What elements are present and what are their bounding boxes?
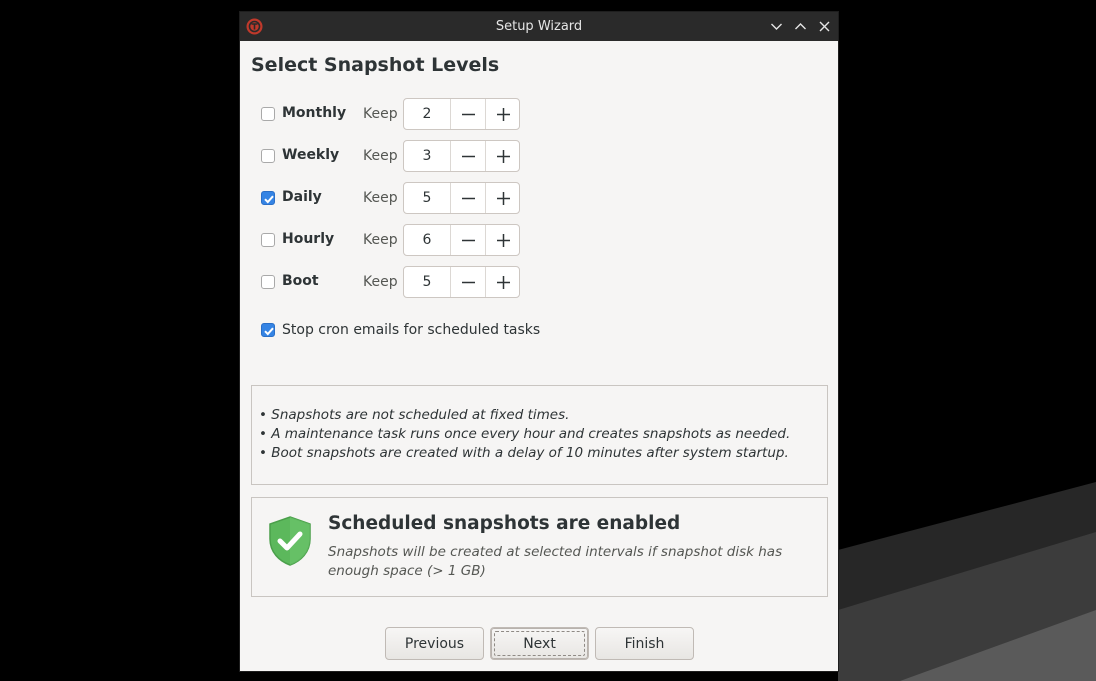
daily-label: Daily (282, 189, 322, 205)
minus-icon (462, 281, 475, 284)
maximize-button[interactable] (792, 18, 809, 35)
level-row-boot: Boot Keep 5 (261, 266, 561, 300)
chevron-up-icon (795, 23, 806, 30)
minus-icon (462, 197, 475, 200)
keep-label: Keep (363, 148, 398, 164)
note-line: • Boot snapshots are created with a dela… (259, 445, 789, 461)
finish-button[interactable]: Finish (595, 627, 694, 660)
minus-icon (462, 113, 475, 116)
keep-label: Keep (363, 190, 398, 206)
weekly-label: Weekly (282, 147, 340, 163)
plus-icon (497, 276, 510, 289)
weekly-checkbox[interactable] (261, 149, 275, 163)
level-row-daily: Daily Keep 5 (261, 182, 561, 216)
weekly-keep-value[interactable]: 3 (404, 141, 450, 171)
plus-icon (497, 234, 510, 247)
hourly-keep-spinner: 6 (403, 224, 520, 256)
close-button[interactable] (816, 18, 833, 35)
schedule-notes-panel: • Snapshots are not scheduled at fixed t… (251, 385, 828, 485)
page-title: Select Snapshot Levels (251, 54, 500, 76)
note-line: • Snapshots are not scheduled at fixed t… (259, 407, 570, 423)
weekly-increment-button[interactable] (485, 141, 520, 171)
level-row-monthly: Monthly Keep 2 (261, 98, 561, 132)
daily-keep-value[interactable]: 5 (404, 183, 450, 213)
stop-cron-emails-label: Stop cron emails for scheduled tasks (282, 322, 541, 338)
monthly-keep-value[interactable]: 2 (404, 99, 450, 129)
keep-label: Keep (363, 274, 398, 290)
next-button-label: Next (523, 636, 556, 652)
previous-button[interactable]: Previous (385, 627, 484, 660)
boot-label: Boot (282, 273, 319, 289)
monthly-decrement-button[interactable] (450, 99, 485, 129)
plus-icon (497, 192, 510, 205)
monthly-checkbox[interactable] (261, 107, 275, 121)
minimize-button[interactable] (768, 18, 785, 35)
plus-icon (497, 150, 510, 163)
window-titlebar[interactable]: Setup Wizard (240, 12, 838, 41)
next-button[interactable]: Next (490, 627, 589, 660)
keep-label: Keep (363, 232, 398, 248)
monthly-keep-spinner: 2 (403, 98, 520, 130)
shield-check-icon (269, 516, 311, 566)
plus-icon (497, 108, 510, 121)
close-icon (819, 21, 830, 32)
level-row-weekly: Weekly Keep 3 (261, 140, 561, 174)
boot-keep-value[interactable]: 5 (404, 267, 450, 297)
keep-label: Keep (363, 106, 398, 122)
checkmark-icon (264, 327, 274, 336)
boot-increment-button[interactable] (485, 267, 520, 297)
weekly-keep-spinner: 3 (403, 140, 520, 172)
daily-checkbox[interactable] (261, 191, 275, 205)
weekly-decrement-button[interactable] (450, 141, 485, 171)
note-line: • A maintenance task runs once every hou… (259, 426, 791, 442)
minus-icon (462, 239, 475, 242)
hourly-increment-button[interactable] (485, 225, 520, 255)
cron-emails-row: Stop cron emails for scheduled tasks (261, 321, 661, 341)
boot-keep-spinner: 5 (403, 266, 520, 298)
hourly-decrement-button[interactable] (450, 225, 485, 255)
monthly-increment-button[interactable] (485, 99, 520, 129)
window-title: Setup Wizard (495, 19, 583, 34)
minus-icon (462, 155, 475, 158)
status-title: Scheduled snapshots are enabled (328, 513, 681, 534)
level-row-hourly: Hourly Keep 6 (261, 224, 561, 258)
daily-increment-button[interactable] (485, 183, 520, 213)
hourly-label: Hourly (282, 231, 335, 247)
daily-keep-spinner: 5 (403, 182, 520, 214)
boot-checkbox[interactable] (261, 275, 275, 289)
daily-decrement-button[interactable] (450, 183, 485, 213)
wizard-content: Select Snapshot Levels Monthly Keep 2 We… (240, 41, 838, 671)
chevron-down-icon (771, 23, 782, 30)
boot-decrement-button[interactable] (450, 267, 485, 297)
checkmark-icon (264, 195, 274, 204)
schedule-status-panel: Scheduled snapshots are enabled Snapshot… (251, 497, 828, 597)
hourly-keep-value[interactable]: 6 (404, 225, 450, 255)
setup-wizard-window: Setup Wizard Select Snapshot Levels Mont… (239, 11, 839, 672)
stop-cron-emails-checkbox[interactable] (261, 323, 275, 337)
monthly-label: Monthly (282, 105, 347, 121)
status-description: Snapshots will be created at selected in… (328, 544, 783, 579)
hourly-checkbox[interactable] (261, 233, 275, 247)
